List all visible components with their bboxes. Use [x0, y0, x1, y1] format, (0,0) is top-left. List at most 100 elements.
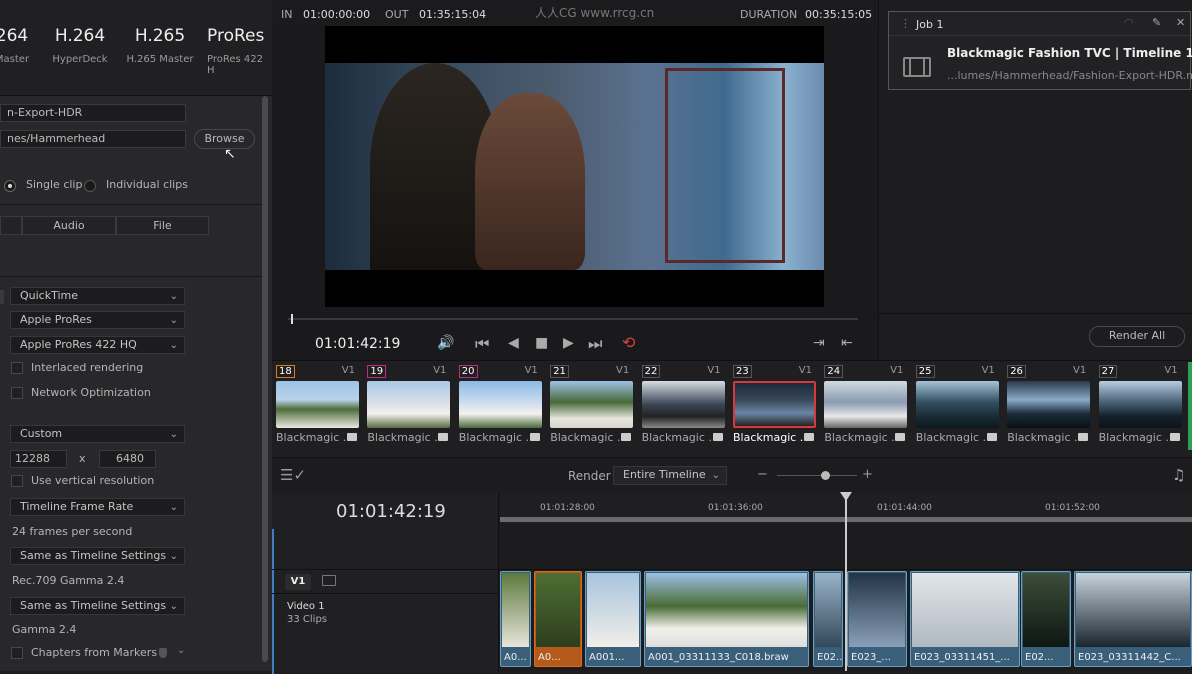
type-value: Apple ProRes 422 HQ: [20, 338, 137, 351]
zoom-in-icon[interactable]: +: [862, 467, 873, 482]
timeline-clip[interactable]: A001_03311133_C018.braw: [644, 571, 809, 667]
timeline-clip[interactable]: E023_03311442_C...: [1074, 571, 1192, 667]
timeline-clip[interactable]: E023_03311451_...: [910, 571, 1020, 667]
timeline-clip[interactable]: A001...: [585, 571, 641, 667]
divider: [879, 313, 1192, 314]
interlaced-checkbox[interactable]: [11, 362, 23, 374]
gamma-dropdown[interactable]: Same as Timeline Settings ⌄: [10, 597, 185, 615]
duration-timecode: 00:35:15:05: [805, 8, 873, 21]
mouse-cursor-icon: ↖: [224, 146, 236, 162]
timeline-clip[interactable]: A0...: [500, 571, 531, 667]
render-range-dropdown[interactable]: Entire Timeline ⌄: [613, 466, 727, 485]
scrollbar-thumb[interactable]: [262, 96, 268, 662]
edit-icon[interactable]: ✎: [1152, 16, 1161, 29]
stop-icon[interactable]: ■: [535, 335, 548, 351]
clip-thumbnail[interactable]: 25 V1 Blackmagic ...: [912, 362, 999, 450]
codec-dropdown[interactable]: Apple ProRes ⌄: [10, 311, 185, 329]
chevron-down-icon[interactable]: ⌄: [177, 645, 185, 656]
frame-rate-dropdown[interactable]: Timeline Frame Rate ⌄: [10, 498, 185, 516]
clip-thumbnail[interactable]: 23 V1 Blackmagic ...: [729, 362, 816, 450]
clip-thumbnail[interactable]: 22 V1 Blackmagic ...: [638, 362, 725, 450]
go-to-end-icon[interactable]: ⏭: [588, 334, 602, 354]
clip-thumbnail[interactable]: 20 V1 Blackmagic ...: [455, 362, 542, 450]
codec-value: Apple ProRes: [20, 313, 92, 326]
timeline-clip[interactable]: E02...: [1021, 571, 1071, 667]
individual-clips-radio[interactable]: [84, 180, 96, 192]
divider: [272, 569, 499, 570]
preset-h264-hyperdeck[interactable]: H.264 HyperDeck: [35, 26, 125, 65]
go-to-start-icon[interactable]: ⏮: [475, 334, 489, 354]
drag-handle-icon[interactable]: ⋮: [900, 17, 911, 30]
film-icon[interactable]: [322, 575, 336, 586]
single-clip-radio[interactable]: [4, 180, 16, 192]
resolution-height-field[interactable]: 6480: [99, 450, 156, 468]
playhead-marker[interactable]: [291, 314, 293, 324]
job-output-path: ...lumes/Hammerhead/Fashion-Export-HDR.m…: [947, 69, 1192, 82]
location-field[interactable]: nes/Hammerhead: [0, 130, 186, 148]
resolution-value: Custom: [20, 427, 63, 440]
clip-thumbnail[interactable]: 27 V1 Blackmagic ...: [1095, 362, 1182, 450]
job-card[interactable]: ⋮ Job 1 ◠ ✎ ✕ Blackmagic Fashion TVC | T…: [888, 11, 1192, 90]
resolution-dropdown[interactable]: Custom ⌄: [10, 425, 185, 443]
color-space-dropdown[interactable]: Same as Timeline Settings ⌄: [10, 547, 185, 565]
render-label: Render: [568, 469, 611, 483]
preset-h265-master[interactable]: H.265 H.265 Master: [115, 26, 205, 65]
braw-badge-icon: [804, 433, 814, 441]
zoom-slider[interactable]: [777, 471, 857, 480]
remote-icon[interactable]: ◠: [1124, 16, 1134, 29]
resolution-width-field[interactable]: 12288: [10, 450, 67, 468]
clip-thumbnail[interactable]: 24 V1 Blackmagic ...: [820, 362, 908, 450]
clip-thumbnail[interactable]: 19 V1 Blackmagic ...: [363, 362, 451, 450]
chapters-checkbox[interactable]: [11, 647, 23, 659]
tab-video[interactable]: [0, 216, 22, 235]
audio-icon[interactable]: ♫: [1172, 466, 1185, 484]
video-image: [325, 63, 824, 270]
track-clip-count: 33 Clips: [287, 614, 327, 625]
timeline-clip[interactable]: E02...: [813, 571, 843, 667]
preset-title: H.264: [54, 26, 106, 46]
render-all-button[interactable]: Render All: [1089, 326, 1185, 347]
clip-number: 19: [367, 365, 387, 378]
out-timecode: 01:35:15:04: [419, 8, 487, 21]
clip-number: 27: [1098, 365, 1118, 378]
tab-audio[interactable]: Audio: [22, 216, 116, 235]
job-title: Blackmagic Fashion TVC | Timeline 1: [947, 46, 1192, 60]
clip-name: Blackmagic ...: [1098, 431, 1169, 444]
preset-subtitle: H.265 Master: [126, 54, 194, 65]
filename-field[interactable]: n-Export-HDR: [0, 104, 186, 122]
in-timecode: 01:00:00:00: [303, 8, 371, 21]
timeline-clip[interactable]: E023_...: [847, 571, 907, 667]
volume-icon[interactable]: 🔊: [437, 335, 454, 351]
clip-thumbnail[interactable]: 21 V1 Blackmagic ...: [546, 362, 634, 450]
vertical-resolution-checkbox[interactable]: [11, 475, 23, 487]
type-dropdown[interactable]: Apple ProRes 422 HQ ⌄: [10, 336, 185, 354]
preset-subtitle: HyperDeck: [52, 54, 108, 65]
play-icon[interactable]: ▶: [563, 335, 574, 351]
track-v1-label[interactable]: V1: [285, 574, 311, 590]
clip-name: Blackmagic ...: [641, 431, 712, 444]
clip-thumbnail-image: [646, 573, 807, 647]
previous-marker-icon[interactable]: ⇤: [841, 335, 853, 351]
viewer-scrubber[interactable]: [288, 314, 858, 324]
watermark-text: 人人CG www.rrcg.cn: [535, 6, 655, 20]
clip-thumbnail[interactable]: 18 V1 Blackmagic ...: [272, 362, 359, 450]
clip-thumbnail-image: [1076, 573, 1190, 647]
tab-file[interactable]: File: [116, 216, 209, 235]
fps-label: 24 frames per second: [12, 525, 133, 538]
preset-prores[interactable]: ProRes ProRes 422 H: [196, 26, 272, 76]
track-header-area: 01:01:42:19 V1 Video 1 33 Clips: [272, 493, 499, 674]
playhead-marker[interactable]: [840, 492, 852, 501]
network-optimization-checkbox[interactable]: [11, 387, 23, 399]
timeline-playhead[interactable]: [845, 493, 847, 671]
timeline-options-icon[interactable]: ☰✓: [280, 466, 306, 484]
zoom-out-icon[interactable]: −: [757, 467, 768, 482]
loop-icon[interactable]: ⟲: [622, 333, 635, 352]
timeline-clip[interactable]: A0...: [534, 571, 582, 667]
step-back-icon[interactable]: ◀: [508, 335, 519, 351]
next-marker-icon[interactable]: ⇥: [813, 335, 825, 351]
close-icon[interactable]: ✕: [1176, 16, 1185, 29]
subject-figure: [475, 93, 585, 270]
clip-thumbnail[interactable]: 26 V1 Blackmagic ...: [1003, 362, 1091, 450]
render-queue-panel: ⋮ Job 1 ◠ ✎ ✕ Blackmagic Fashion TVC | T…: [878, 0, 1192, 360]
format-dropdown[interactable]: QuickTime ⌄: [10, 287, 185, 305]
